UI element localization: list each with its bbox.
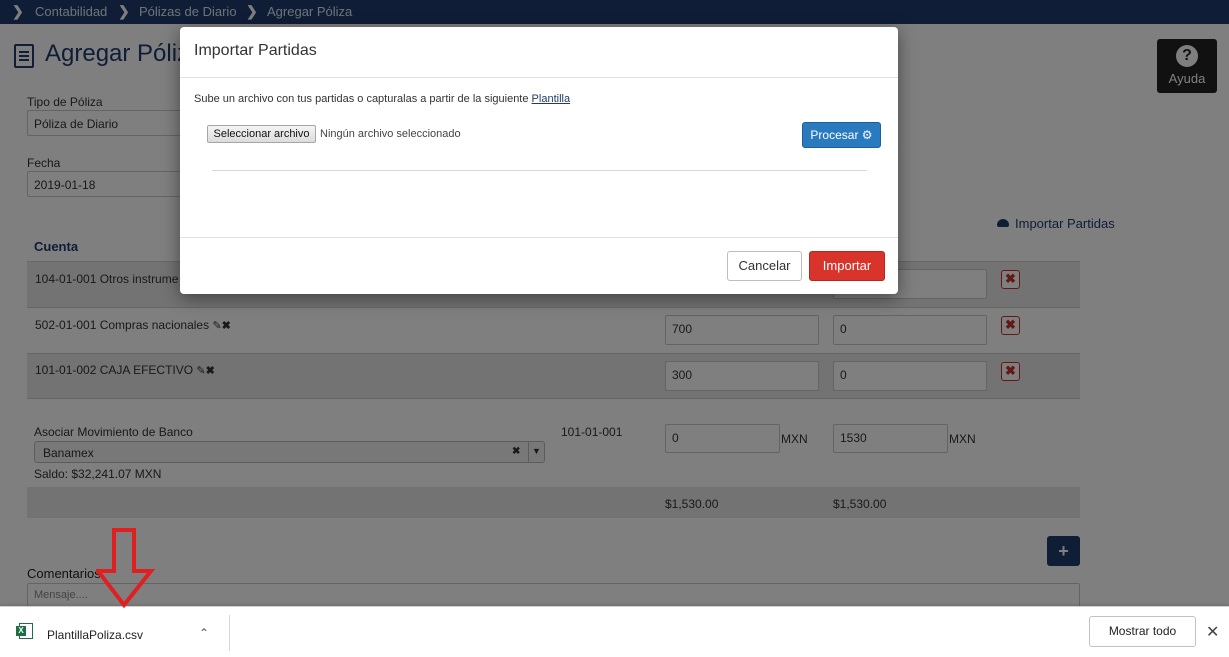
red-arrow-annotation <box>96 528 156 609</box>
modal-title: Importar Partidas <box>194 42 317 59</box>
excel-file-icon <box>16 623 33 639</box>
file-status: Ningún archivo seleccionado <box>320 128 461 140</box>
procesar-button[interactable]: Procesar ⚙ <box>802 122 881 148</box>
cancelar-button[interactable]: Cancelar <box>727 251 802 281</box>
download-divider <box>229 615 230 651</box>
preview-divider <box>212 170 867 171</box>
importar-button[interactable]: Importar <box>809 251 885 281</box>
importar-partidas-modal: Importar Partidas Sube un archivo con tu… <box>180 27 898 294</box>
plantilla-link[interactable]: Plantilla <box>532 93 571 105</box>
select-file-button[interactable]: Seleccionar archivo <box>207 125 316 143</box>
chevron-up-icon[interactable]: ⌃ <box>199 626 209 640</box>
show-all-button[interactable]: Mostrar todo <box>1089 616 1196 647</box>
gears-icon: ⚙ <box>861 128 873 142</box>
modal-divider <box>180 77 898 78</box>
close-icon[interactable]: ✕ <box>1206 622 1219 642</box>
download-filename[interactable]: PlantillaPoliza.csv <box>47 628 143 642</box>
modal-description: Sube un archivo con tus partidas o captu… <box>194 93 571 105</box>
download-bar: PlantillaPoliza.csv ⌃ Mostrar todo ✕ <box>0 606 1229 657</box>
modal-footer-divider <box>180 237 898 238</box>
